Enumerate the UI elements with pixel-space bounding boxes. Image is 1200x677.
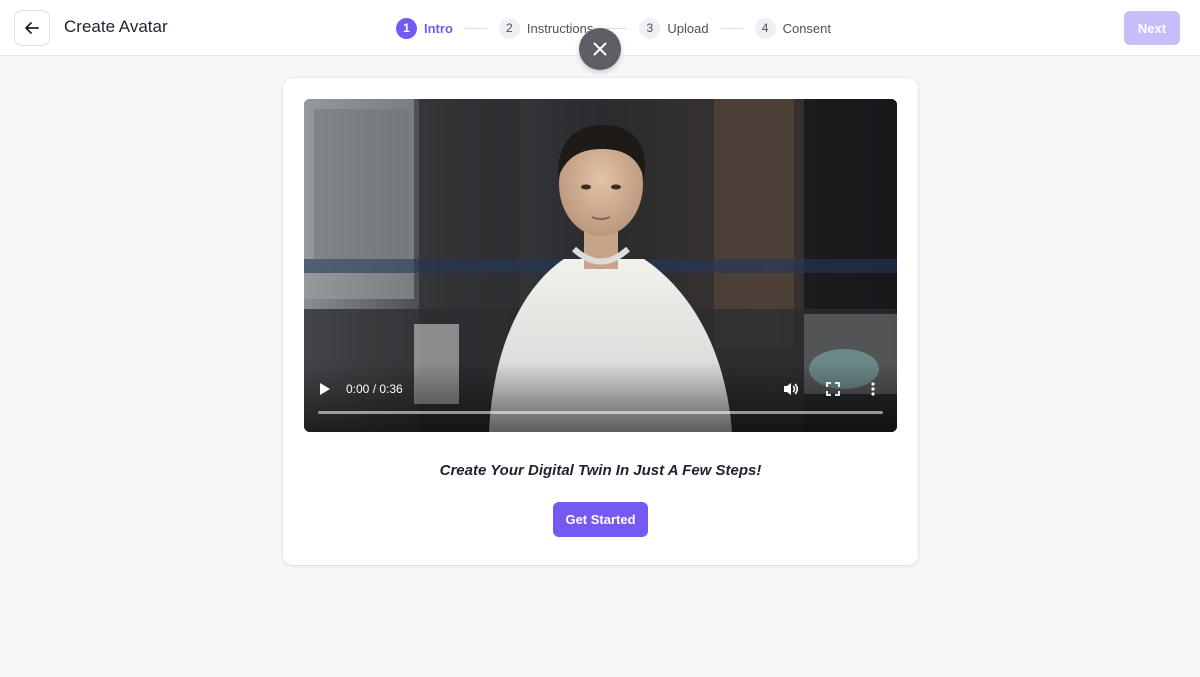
step-intro[interactable]: 1 Intro [396, 17, 453, 39]
page-title: Create Avatar [64, 17, 168, 36]
step-divider [464, 27, 487, 29]
step-number: 3 [639, 17, 661, 39]
step-divider [720, 27, 743, 29]
step-number: 4 [754, 17, 776, 39]
close-button[interactable] [579, 28, 621, 70]
video-time: 0:00 / 0:36 [346, 382, 403, 396]
step-label: Upload [667, 20, 709, 36]
intro-video[interactable]: 0:00 / 0:36 [304, 99, 897, 432]
step-label: Instructions [526, 20, 594, 36]
back-button[interactable] [14, 10, 50, 46]
step-divider [605, 27, 628, 29]
video-controls [304, 362, 897, 432]
step-upload[interactable]: 3 Upload [639, 17, 709, 39]
volume-icon[interactable] [782, 381, 800, 397]
get-started-button[interactable]: Get Started [553, 502, 648, 537]
step-label: Consent [782, 20, 831, 36]
video-progress-bar[interactable] [318, 411, 883, 414]
step-instructions[interactable]: 2 Instructions [498, 17, 594, 39]
next-button[interactable]: Next [1124, 11, 1180, 45]
arrow-left-icon [25, 22, 39, 34]
step-label: Intro [424, 20, 453, 36]
close-icon [593, 42, 607, 56]
step-number: 2 [498, 17, 520, 39]
more-vertical-icon[interactable] [870, 381, 876, 397]
step-number: 1 [396, 17, 417, 39]
step-consent[interactable]: 4 Consent [754, 17, 831, 39]
intro-card: 0:00 / 0:36 Create Your Digital Twin In … [283, 78, 918, 565]
play-icon[interactable] [318, 381, 332, 397]
tagline: Create Your Digital Twin In Just A Few S… [439, 462, 762, 479]
fullscreen-icon[interactable] [826, 382, 840, 396]
